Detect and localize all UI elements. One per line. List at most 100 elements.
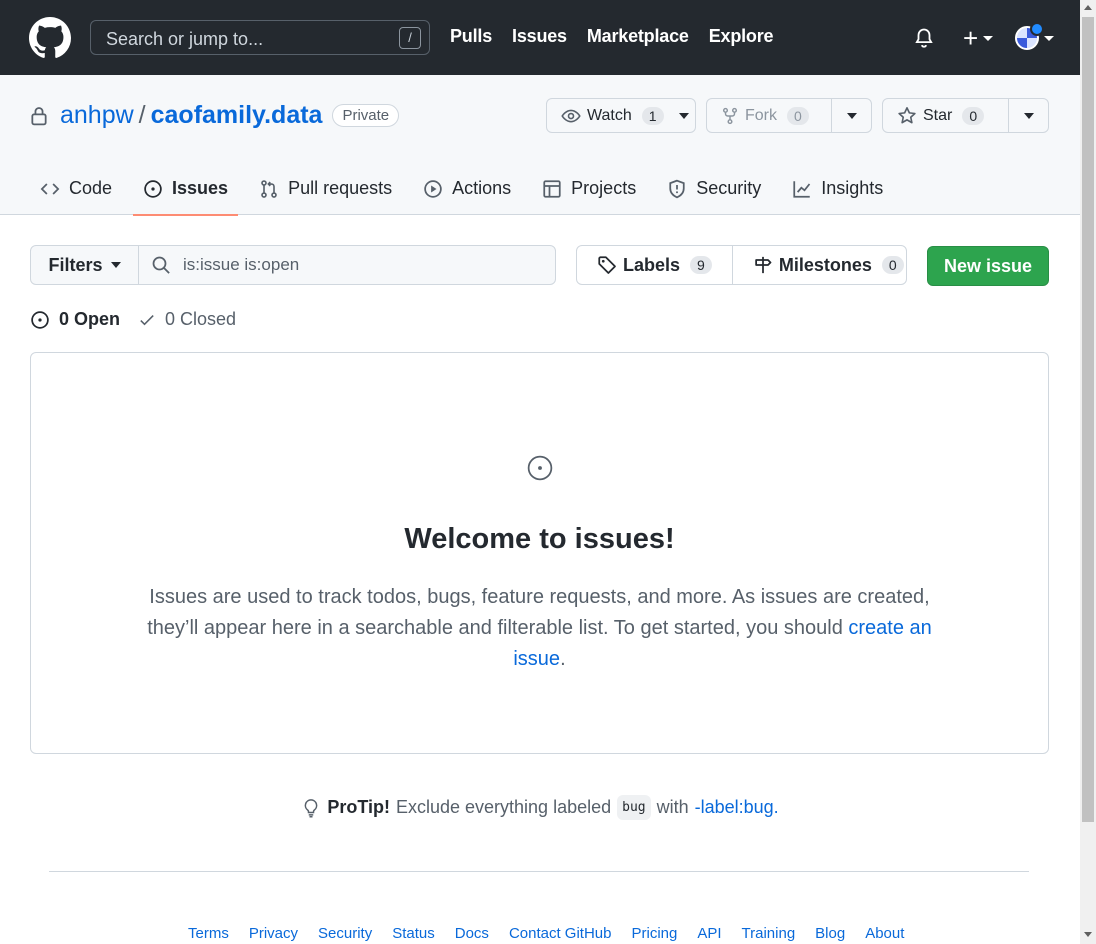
- protip-strong: ProTip!: [327, 797, 390, 817]
- search-icon: [152, 256, 170, 274]
- tab-security[interactable]: Security: [657, 172, 771, 215]
- footer-link-security[interactable]: Security: [318, 925, 372, 942]
- notification-dot: [1030, 22, 1045, 36]
- watch-dropdown-button[interactable]: [674, 99, 695, 132]
- tab-projects[interactable]: Projects: [532, 172, 646, 215]
- issue-opened-icon: [31, 310, 49, 329]
- table-icon: [543, 179, 561, 198]
- issue-opened-icon: [144, 179, 162, 198]
- watch-button[interactable]: Watch 1: [547, 99, 674, 132]
- footer-link-blog[interactable]: Blog: [815, 925, 845, 942]
- git-pull-request-icon: [261, 179, 277, 198]
- nav-link-pulls[interactable]: Pulls: [450, 26, 492, 47]
- shield-icon: [669, 179, 685, 198]
- chevron-down-icon: [846, 112, 857, 119]
- labels-count: 9: [690, 256, 712, 274]
- issue-opened-icon: [527, 455, 553, 481]
- footer-link-training[interactable]: Training: [742, 925, 796, 942]
- open-issues-label: 0 Open: [59, 309, 121, 329]
- star-label: Star: [923, 106, 953, 124]
- repo-title: anhpw / caofamily.data Private: [30, 101, 400, 130]
- new-issue-button[interactable]: New issue: [927, 246, 1049, 286]
- footer-link-docs[interactable]: Docs: [455, 925, 489, 942]
- closed-issues-label: 0 Closed: [165, 309, 237, 329]
- create-new-menu[interactable]: +: [963, 23, 994, 53]
- repo-owner-link[interactable]: anhpw: [60, 101, 134, 130]
- filters-button[interactable]: Filters: [31, 246, 139, 284]
- closed-issues-toggle[interactable]: 0 Closed: [138, 309, 236, 330]
- milestones-label: Milestones: [778, 254, 872, 275]
- blankslate-description: Issues are used to track todos, bugs, fe…: [121, 582, 958, 675]
- light-bulb-icon: [304, 798, 318, 817]
- vertical-scrollbar[interactable]: [1080, 0, 1096, 944]
- tab-pull-requests[interactable]: Pull requests: [249, 172, 402, 215]
- repo-name-link[interactable]: caofamily.data: [151, 101, 323, 130]
- tab-issues[interactable]: Issues: [133, 172, 239, 216]
- check-icon: [140, 314, 154, 325]
- milestone-icon: [755, 256, 772, 274]
- filters-label: Filters: [48, 254, 103, 275]
- open-issues-toggle[interactable]: 0 Open: [30, 309, 120, 330]
- footer-link-api[interactable]: API: [697, 925, 721, 942]
- chevron-down-icon: [1044, 35, 1055, 41]
- fork-button-group: Fork 0: [706, 98, 872, 133]
- bell-icon[interactable]: [913, 27, 935, 49]
- tab-label: Insights: [821, 178, 884, 198]
- milestones-button[interactable]: Milestones 0: [731, 246, 924, 284]
- labels-label: Labels: [623, 254, 681, 275]
- footer-link-pricing[interactable]: Pricing: [631, 925, 677, 942]
- footer-link-status[interactable]: Status: [392, 925, 435, 942]
- watch-button-group: Watch 1: [546, 98, 696, 133]
- star-button[interactable]: Star 0: [883, 99, 1008, 132]
- tab-label: Issues: [172, 178, 229, 198]
- tab-actions[interactable]: Actions: [413, 172, 521, 215]
- star-dropdown-button[interactable]: [1008, 99, 1048, 132]
- plus-icon: +: [963, 23, 979, 53]
- fork-button[interactable]: Fork 0: [707, 99, 831, 132]
- watch-label: Watch: [587, 106, 632, 124]
- tab-code[interactable]: Code: [30, 172, 122, 215]
- chevron-down-icon: [983, 35, 994, 41]
- milestones-count: 0: [881, 256, 904, 274]
- footer-links: Terms Privacy Security Status Docs Conta…: [188, 925, 904, 942]
- scrollbar-thumb[interactable]: [1082, 17, 1094, 822]
- labels-button[interactable]: Labels 9: [577, 246, 732, 284]
- scroll-up-arrow-icon[interactable]: [1084, 5, 1092, 10]
- play-icon: [424, 179, 442, 198]
- search-shortcut-key: /: [399, 27, 421, 49]
- protip-code: bug: [617, 795, 651, 820]
- visibility-badge: Private: [332, 104, 400, 127]
- nav-link-explore[interactable]: Explore: [709, 26, 774, 47]
- blankslate-tail: .: [560, 648, 566, 670]
- watch-count: 1: [641, 106, 664, 125]
- footer-link-privacy[interactable]: Privacy: [249, 925, 298, 942]
- user-menu[interactable]: [1015, 22, 1055, 50]
- fork-count: 0: [787, 106, 809, 125]
- issue-search-input[interactable]: is:issue is:open: [139, 246, 555, 284]
- repo-path-separator: /: [138, 101, 146, 129]
- star-icon: [898, 106, 916, 123]
- issue-filters: Filters is:issue is:open: [30, 245, 556, 285]
- footer-link-contact[interactable]: Contact GitHub: [509, 925, 612, 942]
- github-logo-icon[interactable]: [29, 17, 71, 59]
- tab-insights[interactable]: Insights: [782, 172, 893, 215]
- footer-link-about[interactable]: About: [865, 925, 904, 942]
- protip-with: with: [656, 797, 689, 817]
- blankslate-body: Issues are used to track todos, bugs, fe…: [147, 586, 930, 639]
- protip-link[interactable]: -label:bug.: [695, 797, 779, 818]
- footer-link-terms[interactable]: Terms: [188, 925, 229, 942]
- tag-icon: [598, 256, 616, 274]
- graph-icon: [793, 180, 811, 198]
- blankslate-title: Welcome to issues!: [404, 523, 675, 555]
- issues-blankslate: Welcome to issues! Issues are used to tr…: [30, 352, 1049, 754]
- tab-label: Projects: [571, 178, 637, 198]
- star-button-group: Star 0: [882, 98, 1049, 133]
- repo-forked-icon: [722, 107, 738, 124]
- fork-dropdown-button[interactable]: [831, 99, 871, 132]
- tab-label: Pull requests: [288, 178, 393, 198]
- global-search-input[interactable]: Search or jump to... /: [90, 20, 430, 55]
- scroll-down-arrow-icon[interactable]: [1084, 932, 1092, 937]
- nav-link-issues[interactable]: Issues: [512, 26, 567, 47]
- nav-link-marketplace[interactable]: Marketplace: [587, 26, 689, 47]
- tab-label: Code: [69, 178, 113, 198]
